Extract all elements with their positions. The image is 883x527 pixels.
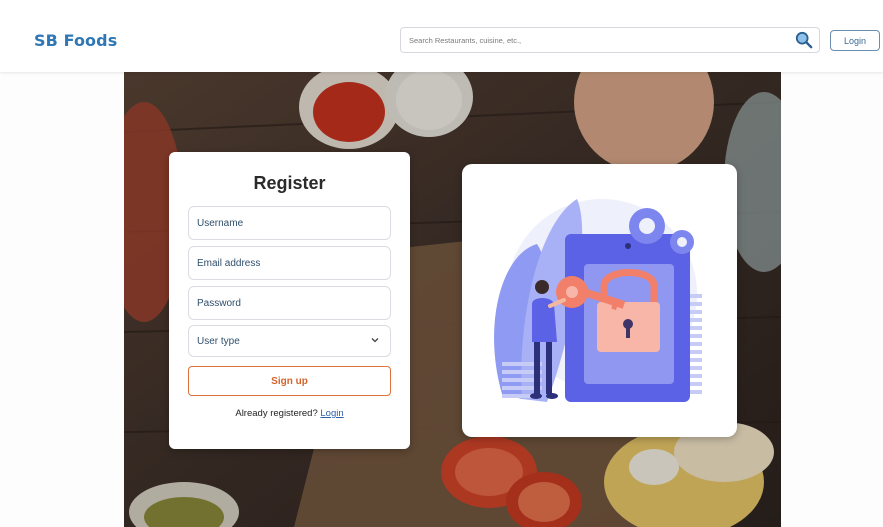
login-button[interactable]: Login <box>830 30 880 51</box>
email-placeholder: Email address <box>197 258 261 269</box>
chevron-down-icon <box>370 335 380 348</box>
search-input[interactable] <box>409 30 779 50</box>
search-icon[interactable] <box>795 31 813 49</box>
brand-logo[interactable]: SB Foods <box>34 31 117 50</box>
email-field[interactable]: Email address <box>188 246 391 280</box>
password-field[interactable]: Password <box>188 286 391 320</box>
username-placeholder: Username <box>197 218 244 229</box>
security-illustration-card <box>462 164 737 437</box>
register-title: Register <box>253 173 326 193</box>
page: SB Foods Login <box>0 0 883 527</box>
lock-key-illustration <box>494 199 702 402</box>
user-type-label: User type <box>197 336 240 347</box>
search-bar <box>400 27 820 53</box>
already-registered-label: Already registered? <box>235 408 318 419</box>
password-placeholder: Password <box>197 298 241 309</box>
login-link[interactable]: Login <box>320 408 343 419</box>
username-field[interactable]: Username <box>188 206 391 240</box>
user-type-select[interactable]: User type <box>188 325 391 357</box>
already-registered-text: Already registered? Login <box>169 408 410 419</box>
register-card: Register Username Email address Password… <box>169 152 410 449</box>
top-navbar: SB Foods Login <box>0 0 883 72</box>
signup-button[interactable]: Sign up <box>188 366 391 396</box>
